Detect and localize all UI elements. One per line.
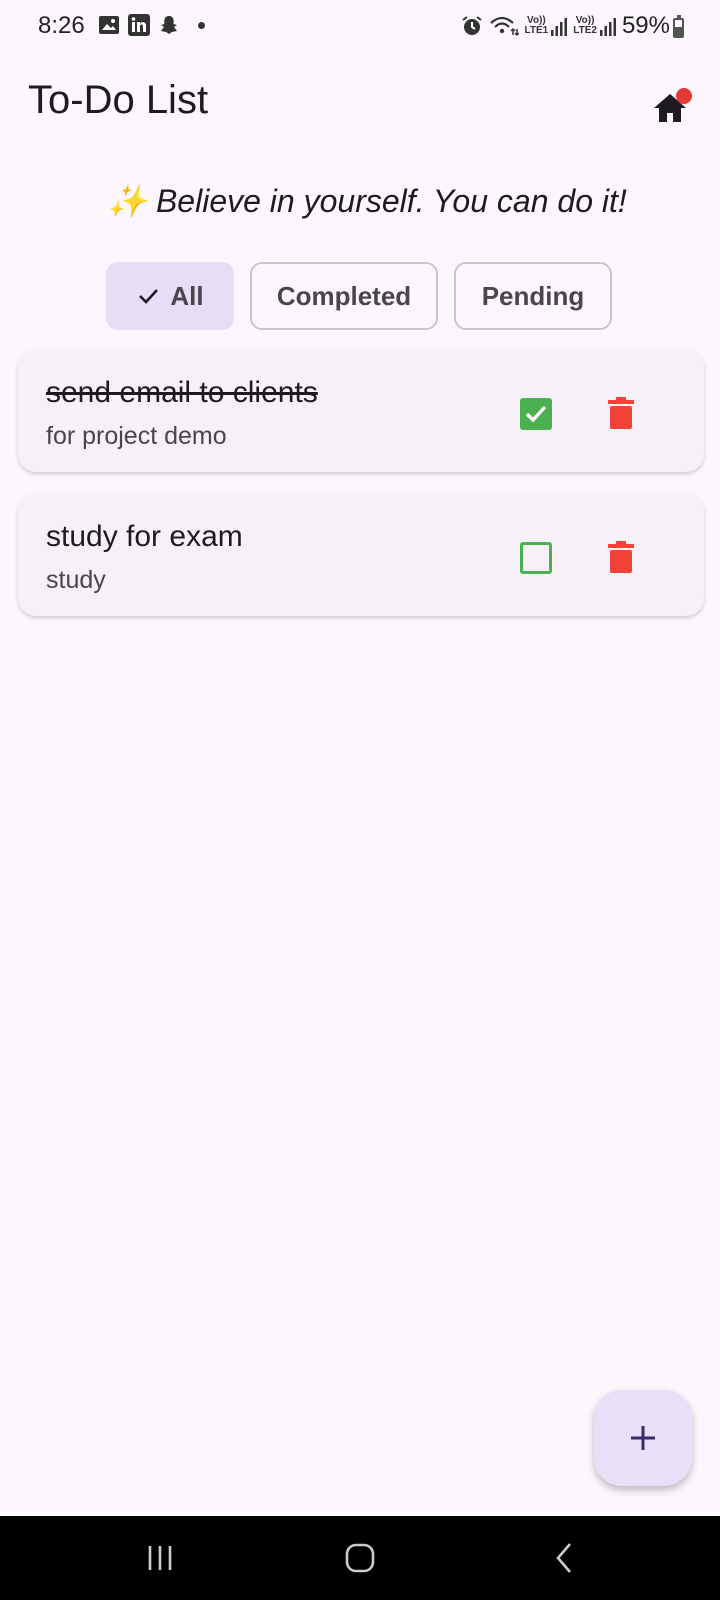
more-notifications-dot bbox=[198, 21, 205, 29]
check-icon bbox=[139, 289, 159, 304]
status-bar: 8:26 Vo)) LTE1 Vo)) LTE2 59% bbox=[0, 0, 720, 52]
delete-button[interactable] bbox=[606, 540, 636, 574]
lte1-label-bottom: LTE1 bbox=[524, 25, 549, 36]
system-nav-bar bbox=[0, 1516, 720, 1600]
delete-button[interactable] bbox=[606, 396, 636, 430]
filter-chip-pending-label: Pending bbox=[481, 280, 585, 311]
battery-icon bbox=[673, 15, 684, 38]
task-subtitle: for project demo bbox=[46, 422, 227, 450]
notification-icons bbox=[98, 14, 205, 36]
task-checkbox[interactable] bbox=[520, 542, 552, 574]
recent-apps-icon bbox=[148, 1546, 172, 1570]
signal-lte1-icon: Vo)) LTE1 bbox=[525, 16, 568, 36]
filter-chip-all[interactable]: All bbox=[106, 262, 234, 330]
filter-chips: All Completed Pending bbox=[106, 262, 612, 330]
back-icon bbox=[556, 1543, 571, 1573]
page-title: To-Do List bbox=[28, 78, 209, 122]
battery-fill bbox=[675, 26, 682, 36]
linkedin-icon bbox=[128, 14, 150, 36]
motivational-quote: ✨ Believe in yourself. You can do it! bbox=[107, 183, 627, 219]
task-checkbox[interactable] bbox=[520, 398, 552, 430]
plus-icon bbox=[631, 1426, 655, 1450]
checkmark-icon bbox=[525, 405, 547, 423]
filter-chip-pending[interactable]: Pending bbox=[454, 262, 612, 330]
battery-percent: 59% bbox=[621, 12, 670, 39]
filter-chip-completed-label: Completed bbox=[276, 280, 412, 311]
add-task-button[interactable] bbox=[594, 1390, 692, 1486]
task-subtitle: study bbox=[46, 566, 106, 594]
home-nav-button[interactable] bbox=[340, 1542, 380, 1574]
system-icons: Vo)) LTE1 Vo)) LTE2 59% bbox=[461, 12, 670, 40]
snapchat-icon bbox=[158, 14, 180, 36]
task-card[interactable]: send email to clients for project demo bbox=[18, 350, 704, 472]
status-time: 8:26 bbox=[38, 12, 85, 39]
alarm-icon bbox=[461, 15, 483, 37]
task-card[interactable]: study for exam study bbox=[18, 494, 704, 616]
home-nav-icon bbox=[345, 1543, 375, 1573]
trash-icon bbox=[608, 541, 634, 573]
back-button[interactable] bbox=[546, 1542, 586, 1574]
task-title: send email to clients bbox=[46, 376, 318, 409]
gallery-icon bbox=[98, 14, 120, 36]
task-title: study for exam bbox=[46, 520, 243, 553]
trash-icon bbox=[608, 397, 634, 429]
filter-chip-all-label: All bbox=[170, 280, 204, 311]
recent-apps-button[interactable] bbox=[140, 1542, 180, 1574]
notification-badge bbox=[676, 88, 692, 104]
filter-chip-completed[interactable]: Completed bbox=[250, 262, 438, 330]
signal-lte2-icon: Vo)) LTE2 bbox=[573, 16, 616, 36]
lte2-label-bottom: LTE2 bbox=[573, 25, 597, 36]
wifi-icon bbox=[489, 15, 519, 37]
